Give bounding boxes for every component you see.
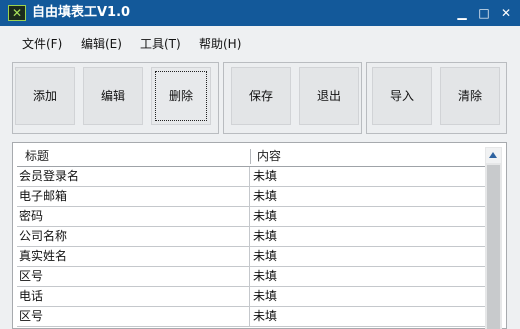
scroll-thumb[interactable] (487, 165, 500, 329)
column-divider[interactable] (250, 149, 251, 164)
list-viewport: 标题 内容 会员登录名 未填 电子邮箱 未填 密码 未填 公司名称 未填 真实姓… (17, 147, 485, 329)
row-title: 公司名称 (19, 229, 68, 243)
menu-file[interactable]: 文件(F) (22, 36, 62, 52)
cell-divider (249, 287, 250, 307)
row-content: 未填 (253, 269, 278, 283)
vertical-scrollbar[interactable] (485, 147, 502, 329)
list-row[interactable]: 公司名称 未填 (17, 227, 485, 247)
row-title: 区号 (19, 269, 44, 283)
edit-button[interactable]: 编辑 (83, 67, 143, 125)
exit-button[interactable]: 退出 (299, 67, 359, 125)
list-header: 标题 内容 (17, 147, 485, 167)
row-title: 密码 (19, 209, 44, 223)
scroll-up-arrow-icon[interactable] (486, 148, 501, 163)
list-row[interactable]: 电子邮箱 未填 (17, 187, 485, 207)
row-title: 真实姓名 (19, 249, 68, 263)
row-content: 未填 (253, 189, 278, 203)
cell-divider (249, 247, 250, 267)
list-row[interactable]: 电话 未填 (17, 287, 485, 307)
list-row[interactable]: 会员登录名 未填 (17, 167, 485, 187)
row-content: 未填 (253, 229, 278, 243)
menu-help[interactable]: 帮助(H) (199, 36, 241, 52)
menu-bar: 文件(F) 编辑(E) 工具(T) 帮助(H) (0, 26, 520, 60)
row-content: 未填 (253, 289, 278, 303)
column-header-title[interactable]: 标题 (25, 147, 49, 166)
row-title: 区号 (19, 309, 44, 323)
field-list[interactable]: 标题 内容 会员登录名 未填 电子邮箱 未填 密码 未填 公司名称 未填 真实姓… (12, 142, 507, 329)
clear-button[interactable]: 清除 (440, 67, 500, 125)
row-title: 会员登录名 (19, 169, 80, 183)
cell-divider (249, 207, 250, 227)
title-bar[interactable]: ✕ 自由填表工V1.0 ▁ □ ✕ (0, 0, 520, 26)
cell-divider (249, 227, 250, 247)
column-header-content[interactable]: 内容 (257, 147, 281, 166)
cell-divider (249, 167, 250, 187)
row-title: 电子邮箱 (19, 189, 68, 203)
row-content: 未填 (253, 169, 278, 183)
list-row[interactable]: 区号 未填 (17, 267, 485, 287)
cell-divider (249, 267, 250, 287)
window-title: 自由填表工V1.0 (32, 5, 131, 20)
maximize-icon[interactable]: □ (475, 4, 493, 22)
row-content: 未填 (253, 309, 278, 323)
minimize-icon[interactable]: ▁ (453, 4, 471, 22)
close-icon[interactable]: ✕ (497, 4, 515, 22)
app-logo-icon: ✕ (8, 5, 26, 21)
list-row[interactable]: 区号 未填 (17, 307, 485, 327)
add-button[interactable]: 添加 (15, 67, 75, 125)
cell-divider (249, 307, 250, 327)
menu-tools[interactable]: 工具(T) (140, 36, 181, 52)
import-button[interactable]: 导入 (372, 67, 432, 125)
list-row[interactable]: 密码 未填 (17, 207, 485, 227)
row-content: 未填 (253, 249, 278, 263)
row-content: 未填 (253, 209, 278, 223)
cell-divider (249, 187, 250, 207)
delete-button[interactable]: 删除 (151, 67, 211, 125)
list-row[interactable]: 真实姓名 未填 (17, 247, 485, 267)
row-title: 电话 (19, 289, 44, 303)
menu-edit[interactable]: 编辑(E) (81, 36, 122, 52)
save-button[interactable]: 保存 (231, 67, 291, 125)
app-window: ✕ 自由填表工V1.0 ▁ □ ✕ 文件(F) 编辑(E) 工具(T) 帮助(H… (0, 0, 520, 329)
